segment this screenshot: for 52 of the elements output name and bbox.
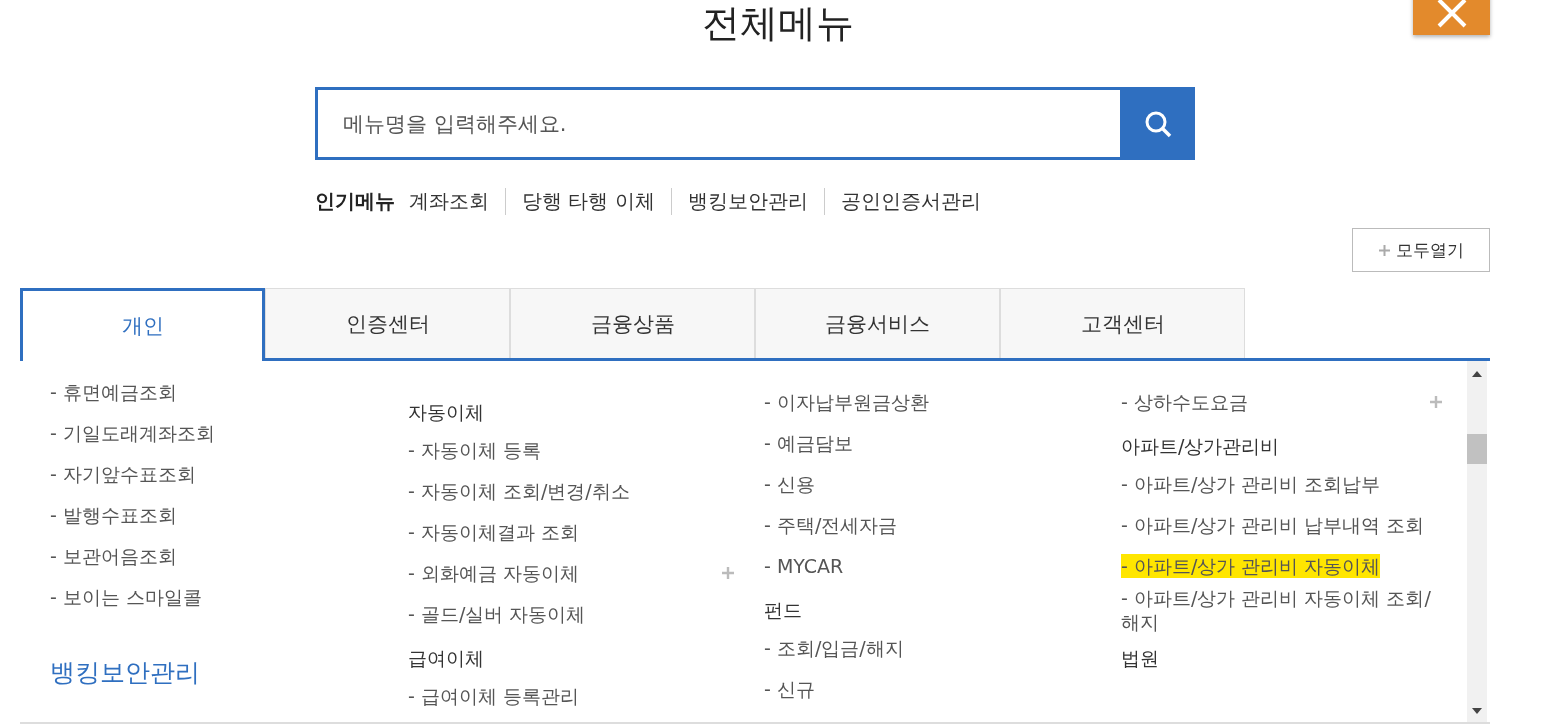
menu-tab[interactable]: 고객센터: [1000, 288, 1245, 358]
menu-item[interactable]: - 예금담보: [764, 430, 853, 455]
scrollbar[interactable]: [1467, 361, 1487, 722]
plus-icon[interactable]: [722, 566, 734, 579]
menu-item[interactable]: - 급여이체 등록관리: [408, 683, 579, 708]
search-button[interactable]: [1120, 87, 1195, 160]
menu-group-heading: 자동이체: [408, 400, 484, 424]
menu-item[interactable]: - 보관어음조회: [50, 543, 177, 568]
scrollbar-thumb[interactable]: [1467, 434, 1487, 464]
menu-item[interactable]: - 상하수도요금: [1121, 389, 1248, 414]
menu-item[interactable]: - 보이는 스마일콜: [50, 584, 202, 609]
menu-section-heading[interactable]: 뱅킹보안관리: [50, 657, 200, 689]
menu-group-heading: 아파트/상가관리비: [1121, 434, 1280, 458]
menu-item[interactable]: - 자동이체 등록: [408, 437, 541, 462]
menu-item[interactable]: - 휴면예금조회: [50, 379, 177, 404]
scroll-up-icon[interactable]: [1472, 371, 1482, 377]
menu-item[interactable]: - 신용: [764, 471, 815, 496]
menu-item[interactable]: - 아파트/상가 관리비 조회납부: [1121, 471, 1381, 496]
menu-item[interactable]: - 아파트/상가 관리비 자동이체: [1121, 553, 1381, 578]
menu-tab[interactable]: 금융상품: [510, 288, 755, 358]
menu-item[interactable]: - MYCAR: [764, 553, 844, 578]
search-field[interactable]: 메뉴명을 입력해주세요.: [315, 87, 1120, 160]
scroll-down-icon[interactable]: [1472, 708, 1482, 714]
menu-item[interactable]: - 신규: [764, 676, 815, 701]
menu-item[interactable]: - 외화예금 자동이체: [408, 560, 579, 585]
menu-item[interactable]: - 자기앞수표조회: [50, 461, 196, 486]
expand-all-button[interactable]: 모두열기: [1352, 228, 1490, 272]
menu-group-heading: 펀드: [764, 598, 802, 622]
menu-item[interactable]: - 조회/입금/해지: [764, 635, 904, 660]
menu-item[interactable]: - 이자납부원금상환: [764, 389, 929, 414]
plus-icon: [1378, 244, 1390, 256]
menu-item[interactable]: - 자동이체결과 조회: [408, 519, 579, 544]
menu-item[interactable]: - 자동이체 조회/변경/취소: [408, 478, 630, 503]
page-title: 전체메뉴: [701, 0, 855, 47]
close-button[interactable]: [1413, 0, 1490, 35]
popular-menu-link[interactable]: 공인인증서관리: [823, 187, 997, 215]
popular-menu-link[interactable]: 당행 타행 이체: [505, 187, 671, 215]
menu-item[interactable]: - 아파트/상가 관리비 자동이체 조회/해지: [1121, 586, 1442, 634]
menu-item[interactable]: - 발행수표조회: [50, 502, 177, 527]
menu-item[interactable]: - 아파트/상가 관리비 납부내역 조회: [1121, 512, 1425, 537]
menu-tab[interactable]: 인증센터: [265, 288, 510, 358]
plus-icon[interactable]: [1430, 395, 1442, 408]
menu-item[interactable]: - 골드/실버 자동이체: [408, 601, 586, 626]
menu-tab[interactable]: 개인: [20, 288, 265, 361]
menu-item[interactable]: - 기일도래계좌조회: [50, 420, 215, 445]
menu-tab[interactable]: 금융서비스: [755, 288, 1000, 358]
menu-group-heading: 급여이체: [408, 646, 484, 670]
popular-menu-link[interactable]: 뱅킹보안관리: [670, 187, 824, 215]
menu-item[interactable]: - 주택/전세자금: [764, 512, 898, 537]
popular-menu-link[interactable]: 계좌조회: [409, 187, 505, 215]
popular-menu-label: 인기메뉴: [315, 187, 395, 215]
menu-group-heading: 법원: [1121, 646, 1159, 670]
